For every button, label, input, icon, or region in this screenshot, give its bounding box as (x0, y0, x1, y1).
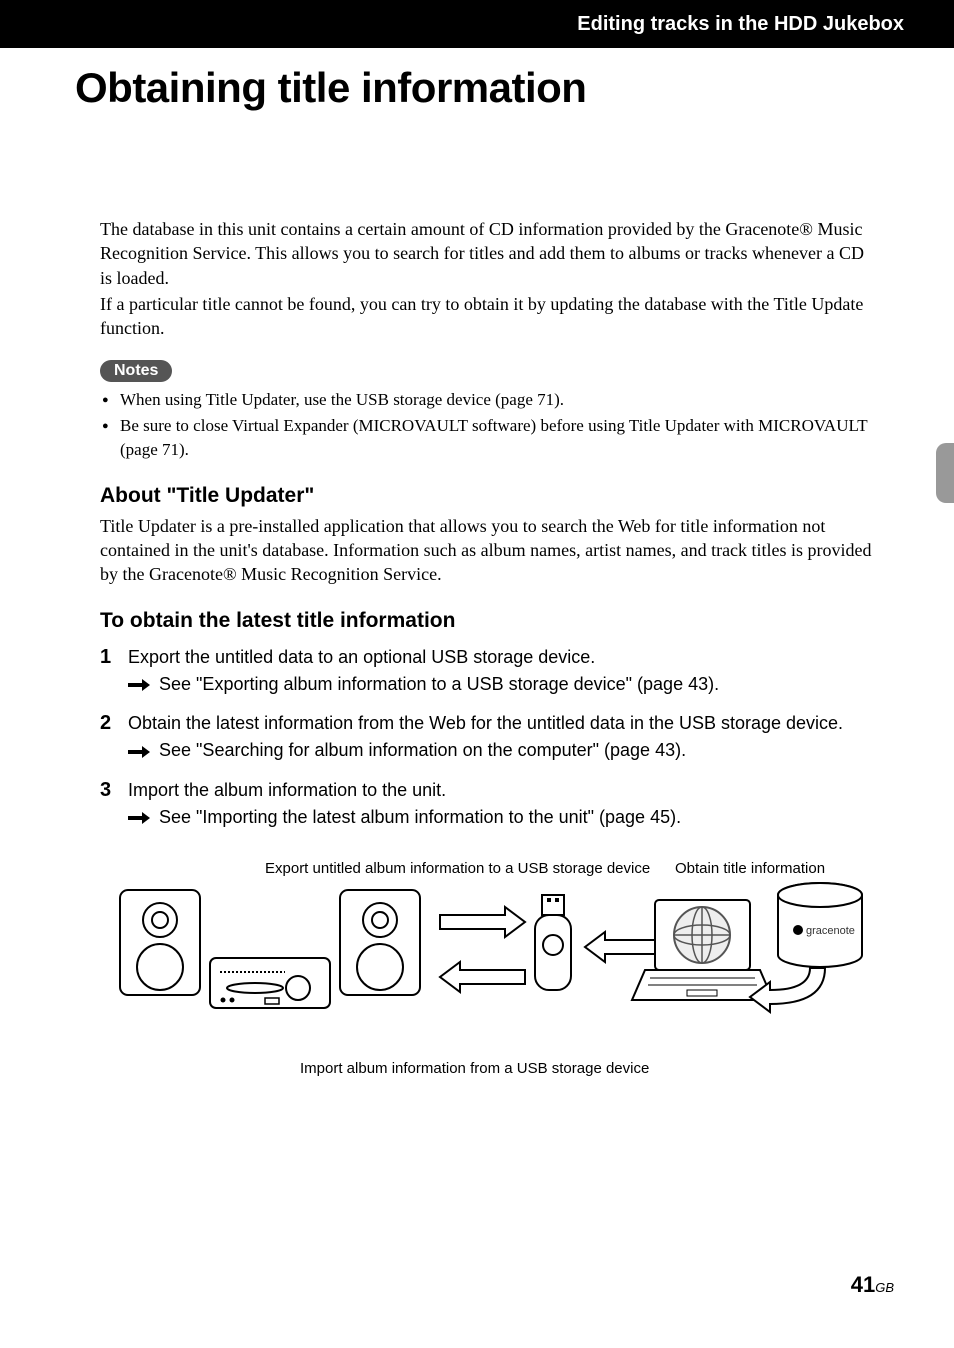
diagram-label-obtain: Obtain title information (675, 860, 825, 877)
arrow-right-icon (128, 679, 150, 691)
database-icon: gracenote (778, 883, 862, 967)
header-section-title: Editing tracks in the HDD Jukebox (577, 13, 904, 36)
page-number: 41GB (851, 1272, 894, 1298)
svg-text:gracenote: gracenote (806, 925, 855, 937)
about-heading: About "Title Updater" (100, 484, 879, 508)
intro-paragraph-1: The database in this unit contains a cer… (100, 217, 879, 290)
about-text: Title Updater is a pre-installed applica… (100, 514, 879, 587)
unit-icon (210, 958, 330, 1008)
arrow-left-icon (585, 932, 655, 962)
page-number-suffix: GB (875, 1280, 894, 1295)
speaker-left-icon (120, 890, 200, 995)
diagram: Export untitled album information to a U… (100, 860, 879, 1080)
notes-item-2: Be sure to close Virtual Expander (MICRO… (100, 414, 879, 462)
step-2-sub: See "Searching for album information on … (159, 740, 686, 760)
arrow-right-icon (128, 746, 150, 758)
intro-paragraph-2: If a particular title cannot be found, y… (100, 292, 879, 341)
notes-list: When using Title Updater, use the USB st… (100, 388, 879, 461)
step-1: Export the untitled data to an optional … (100, 645, 879, 697)
step-2-main: Obtain the latest information from the W… (128, 713, 843, 733)
step-2: Obtain the latest information from the W… (100, 711, 879, 763)
page-title: Obtaining title information (75, 64, 954, 112)
step-3-sub: See "Importing the latest album informat… (159, 807, 681, 827)
notes-pill: Notes (100, 360, 172, 382)
page-side-tab (936, 443, 954, 503)
content-body: The database in this unit contains a cer… (100, 217, 879, 1080)
diagram-illustration: gracenote (110, 860, 870, 1050)
step-1-sub: See "Exporting album information to a US… (159, 674, 719, 694)
step-3-main: Import the album information to the unit… (128, 780, 446, 800)
arrow-left-icon (440, 962, 525, 992)
step-list: Export the untitled data to an optional … (100, 645, 879, 830)
diagram-label-import: Import album information from a USB stor… (300, 1060, 649, 1077)
diagram-label-export: Export untitled album information to a U… (265, 860, 650, 877)
speaker-right-icon (340, 890, 420, 995)
arrow-right-icon (440, 907, 525, 937)
globe-icon (674, 907, 730, 963)
notes-item-1: When using Title Updater, use the USB st… (100, 388, 879, 412)
usb-device-icon (535, 895, 571, 990)
page-number-value: 41 (851, 1272, 875, 1297)
step-3: Import the album information to the unit… (100, 778, 879, 830)
arrow-right-icon (128, 812, 150, 824)
step-1-main: Export the untitled data to an optional … (128, 647, 595, 667)
header-bar: Editing tracks in the HDD Jukebox (0, 0, 954, 48)
obtain-heading: To obtain the latest title information (100, 609, 879, 633)
